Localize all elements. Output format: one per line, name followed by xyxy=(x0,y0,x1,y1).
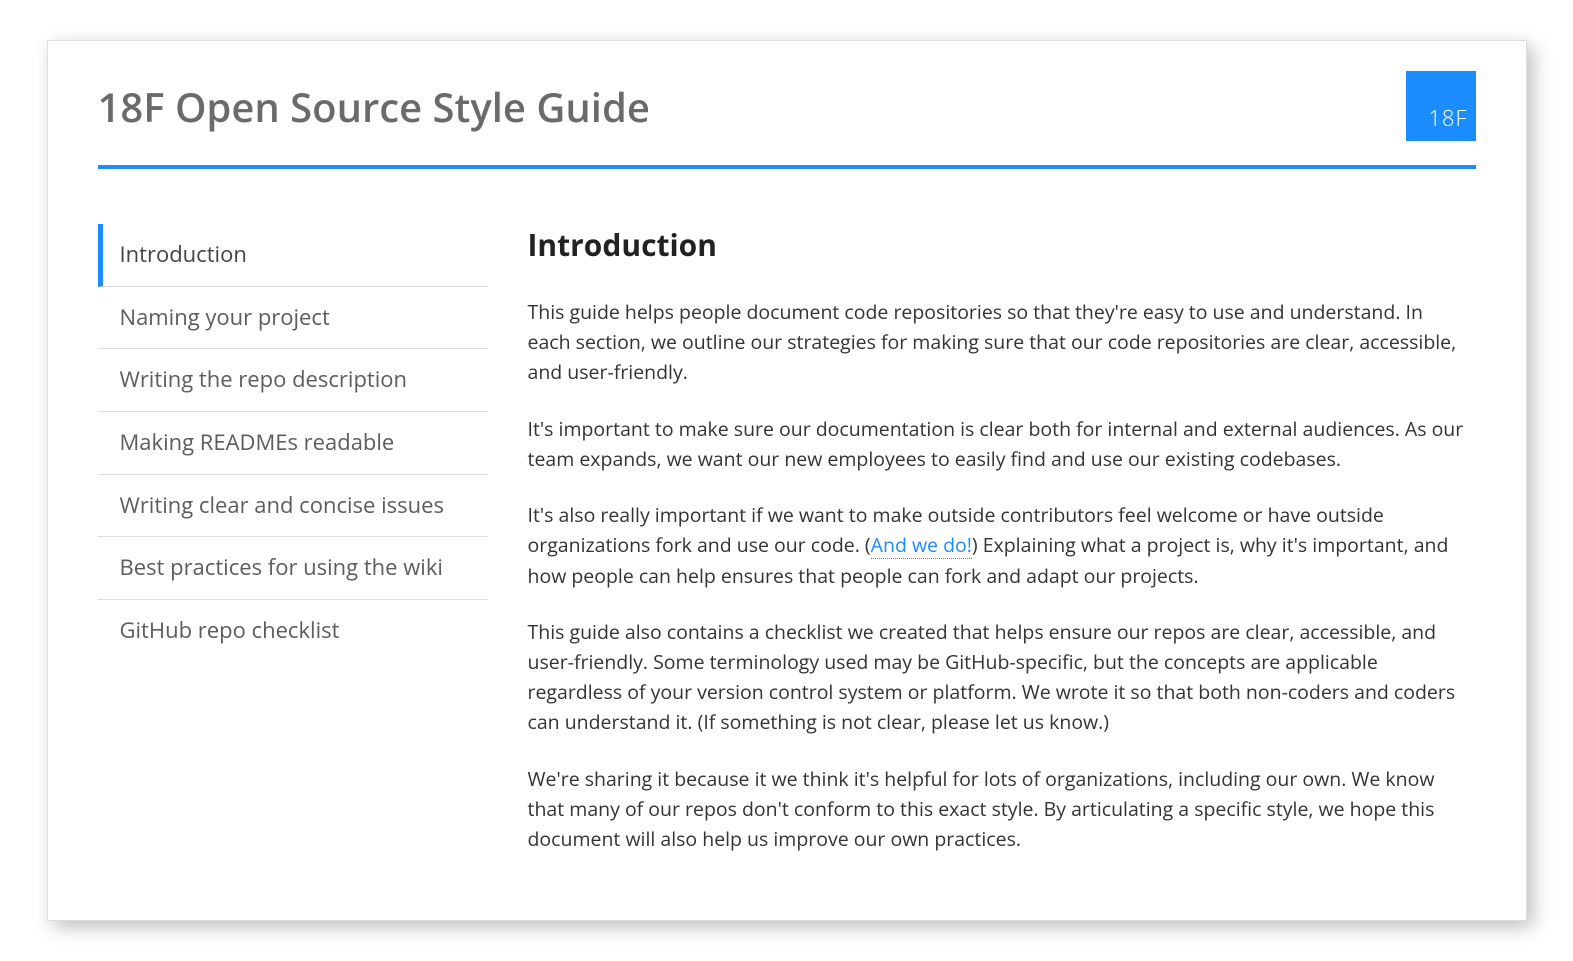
sidebar-item-checklist[interactable]: GitHub repo checklist xyxy=(98,600,488,662)
and-we-do-link[interactable]: And we do! xyxy=(871,531,972,559)
site-title: 18F Open Source Style Guide xyxy=(98,79,650,134)
sidebar-item-naming[interactable]: Naming your project xyxy=(98,287,488,350)
sidebar-item-wiki[interactable]: Best practices for using the wiki xyxy=(98,537,488,600)
sidebar-item-readmes[interactable]: Making READMEs readable xyxy=(98,412,488,475)
logo-text: 18F xyxy=(1428,103,1467,133)
sidebar-item-introduction[interactable]: Introduction xyxy=(98,224,488,287)
header-divider xyxy=(98,165,1476,169)
intro-paragraph-3: It's also really important if we want to… xyxy=(528,500,1466,591)
sidebar-nav: Introduction Naming your project Writing… xyxy=(98,224,488,880)
sidebar-item-label: Introduction xyxy=(120,239,247,269)
sidebar-item-label: Making READMEs readable xyxy=(120,427,395,457)
content-area: Introduction This guide helps people doc… xyxy=(528,224,1476,880)
intro-paragraph-1: This guide helps people document code re… xyxy=(528,297,1466,388)
page-container: 18F Open Source Style Guide 18F Introduc… xyxy=(47,40,1527,921)
sidebar-item-label: Writing clear and concise issues xyxy=(120,490,444,520)
content-heading: Introduction xyxy=(528,224,1466,265)
header: 18F Open Source Style Guide 18F xyxy=(98,71,1476,165)
sidebar-item-label: GitHub repo checklist xyxy=(120,615,340,645)
main-area: Introduction Naming your project Writing… xyxy=(98,224,1476,880)
sidebar-item-label: Best practices for using the wiki xyxy=(120,552,443,582)
logo-18f[interactable]: 18F xyxy=(1406,71,1476,141)
intro-paragraph-4: This guide also contains a checklist we … xyxy=(528,617,1466,738)
intro-paragraph-2: It's important to make sure our document… xyxy=(528,414,1466,474)
sidebar-item-issues[interactable]: Writing clear and concise issues xyxy=(98,475,488,538)
sidebar-item-label: Writing the repo description xyxy=(120,364,408,394)
sidebar-item-label: Naming your project xyxy=(120,302,330,332)
sidebar-item-repo-description[interactable]: Writing the repo description xyxy=(98,349,488,412)
intro-paragraph-5: We're sharing it because it we think it'… xyxy=(528,764,1466,855)
